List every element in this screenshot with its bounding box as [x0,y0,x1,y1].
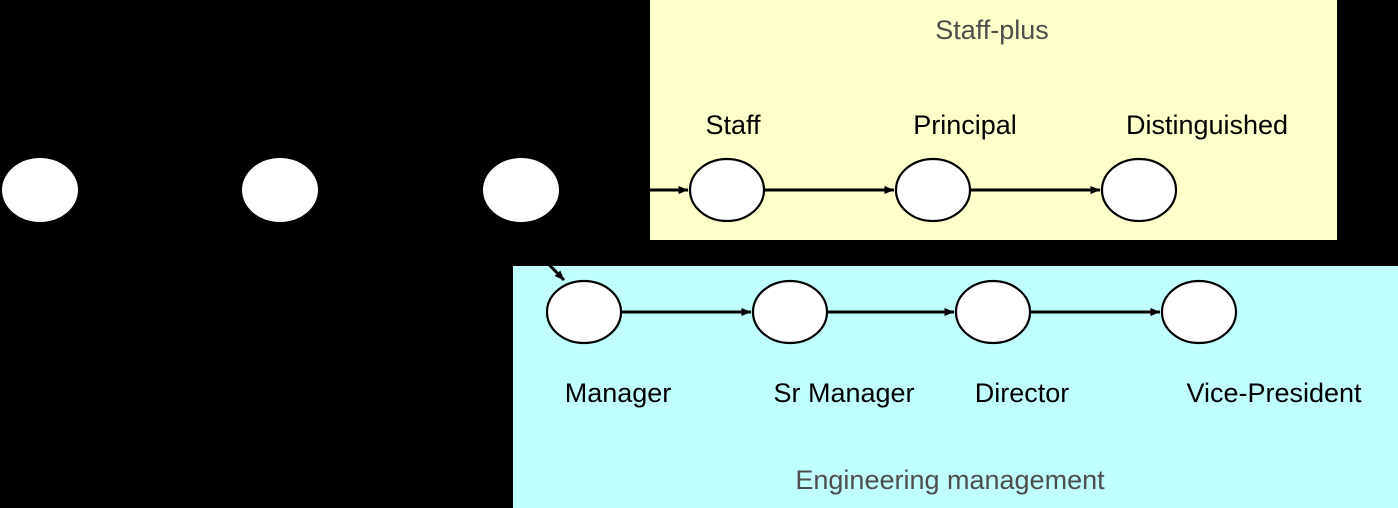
node-3-circle[interactable] [483,158,559,222]
node-distinguished-circle[interactable] [1100,157,1178,223]
node-distinguished-label: Distinguished [1126,110,1288,140]
node-staff-label: Staff [705,110,761,140]
career-ladder-diagram: Staff-plus Engineering management Staff … [0,0,1398,508]
node-manager-label: Manager [565,378,672,408]
node-sr-manager-label: Sr Manager [773,378,914,408]
engineering-management-group-title: Engineering management [795,465,1105,495]
node-vice-president-label: Vice-President [1186,378,1362,408]
staff-plus-group-title: Staff-plus [935,15,1049,45]
node-vice-president-circle[interactable] [1160,279,1238,345]
node-principal-circle[interactable] [894,157,972,223]
node-manager-circle[interactable] [545,279,623,345]
node-principal-label: Principal [913,110,1017,140]
node-sr-manager-circle[interactable] [751,279,829,345]
diagram-canvas: Staff-plus Engineering management Staff … [0,0,1398,508]
node-2-circle[interactable] [242,158,318,222]
node-director-label: Director [975,378,1070,408]
node-director-circle[interactable] [954,279,1032,345]
node-1-circle[interactable] [2,158,78,222]
node-staff-circle[interactable] [688,157,766,223]
